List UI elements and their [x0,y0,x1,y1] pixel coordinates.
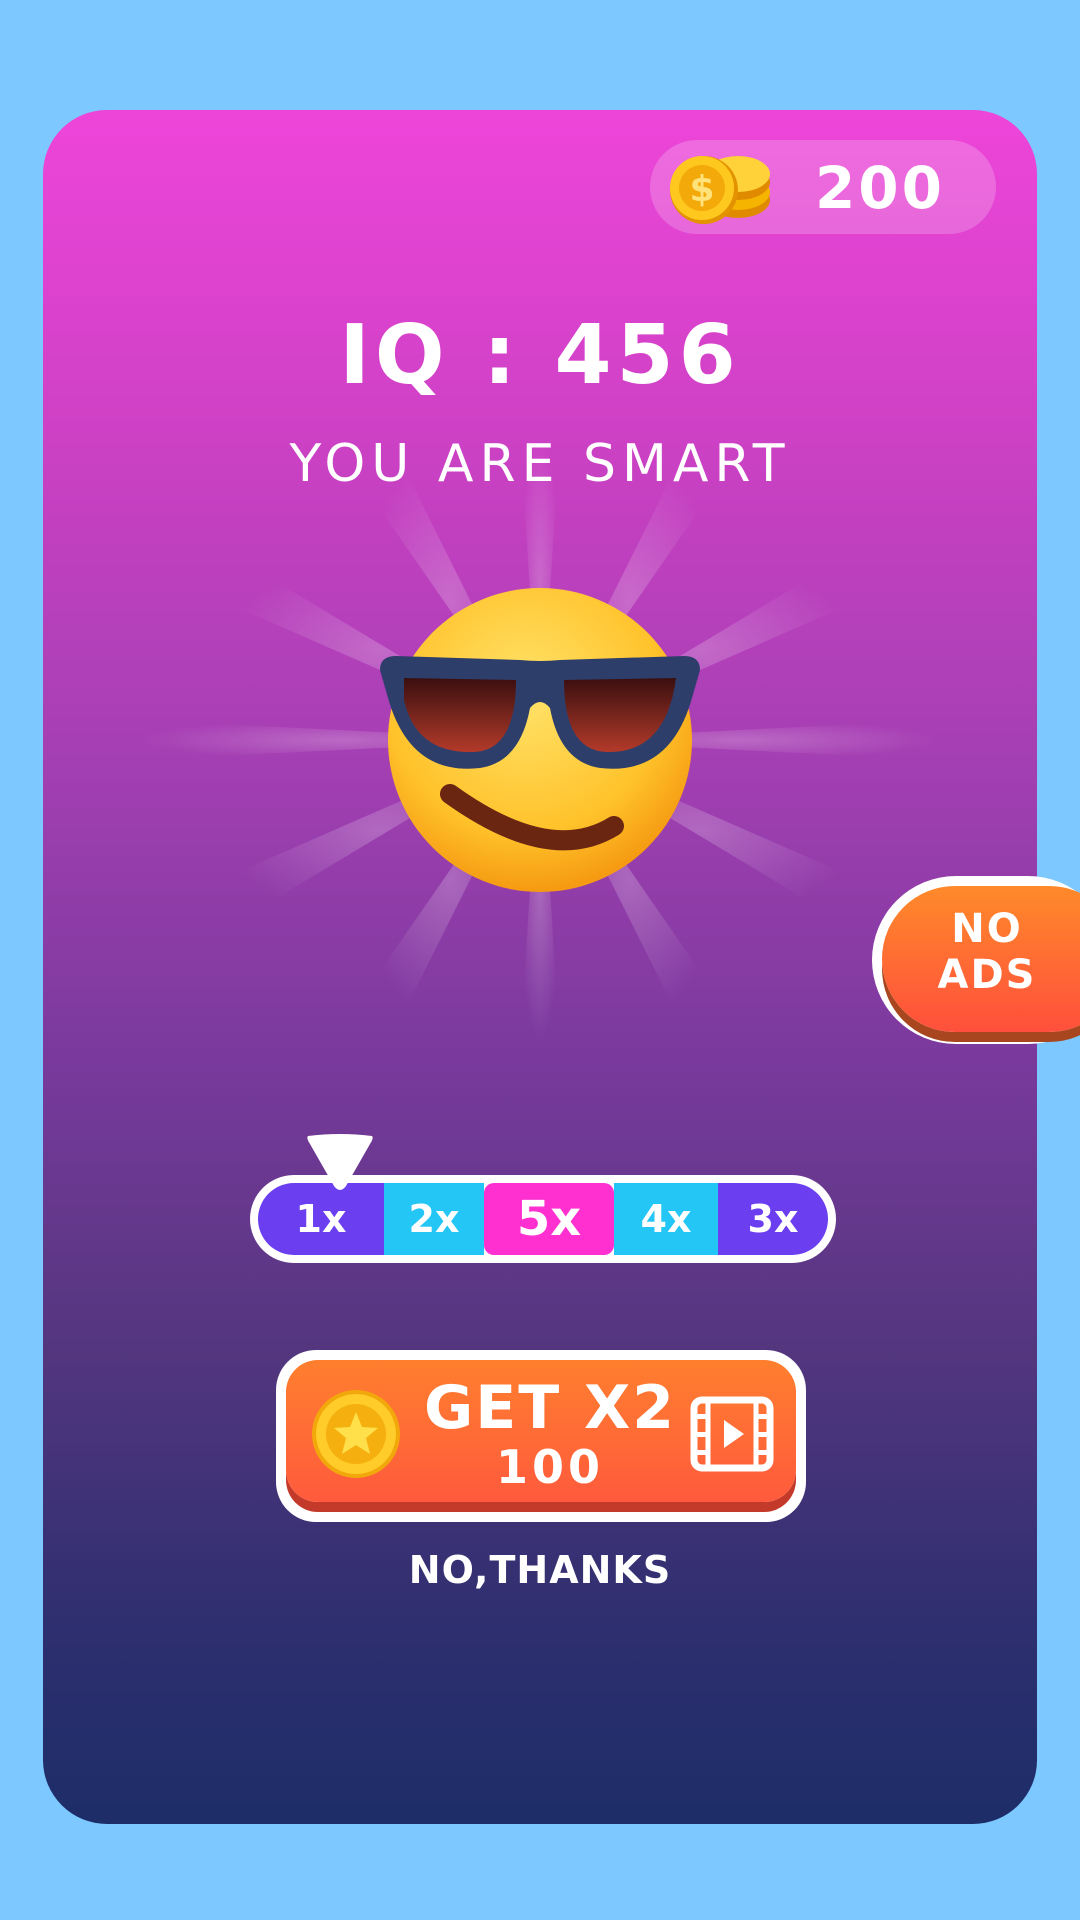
multiplier-segment-5x: 5x [484,1183,614,1255]
game-screen: $ 200 IQ : 456 YOU ARE SMART [0,0,1080,1920]
cool-face-emoji [380,588,700,892]
coin-stack-icon: $ [670,156,770,224]
no-ads-label-line1: NO [951,906,1023,952]
get-x2-cost: 100 [495,1440,605,1494]
iq-score: IQ : 456 [339,308,741,403]
get-x2-button-face: GET X2 100 [286,1360,796,1502]
svg-text:$: $ [689,169,714,210]
multiplier-segment-4x: 4x [614,1183,718,1255]
star-coin-icon [312,1390,400,1478]
multiplier-segment-3x: 3x [718,1183,828,1255]
pointer-triangle-icon [307,1134,373,1190]
multiplier-segment-2x: 2x [384,1183,484,1255]
no-thanks-link[interactable]: NO,THANKS [340,1540,740,1600]
no-ads-label: NO ADS [922,906,1052,998]
no-ads-button-face: NO ADS [882,886,1080,1032]
coin-count: 200 [814,154,946,222]
video-film-icon [690,1396,774,1472]
get-x2-button[interactable]: GET X2 100 [276,1350,806,1522]
no-ads-label-line2: ADS [937,952,1037,998]
get-x2-title: GET X2 [423,1373,677,1443]
no-ads-button[interactable]: NO ADS [872,876,1080,1044]
